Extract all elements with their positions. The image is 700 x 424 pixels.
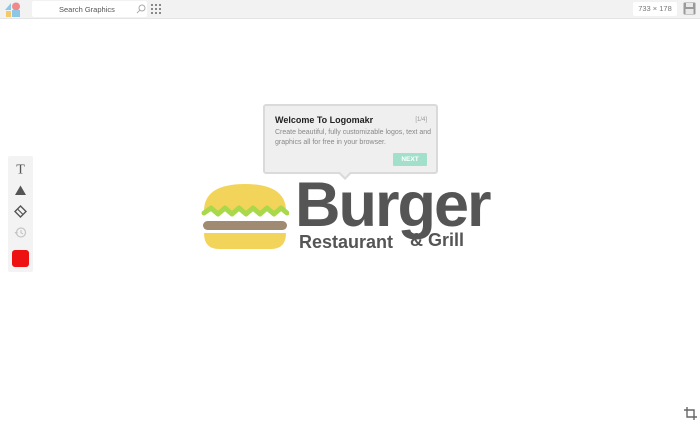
burger-icon[interactable]: [201, 181, 289, 251]
history-icon: [14, 227, 27, 238]
tagline-grill[interactable]: & Grill: [410, 231, 464, 249]
tooltip-arrow-inner: [340, 172, 350, 177]
tooltip-step-counter: [1/4]: [415, 117, 427, 123]
shape-tool-icon: [15, 185, 26, 195]
grid-icon[interactable]: [151, 4, 161, 14]
eraser-tool-icon: [14, 205, 27, 218]
color-swatch[interactable]: [12, 250, 29, 267]
search-box: [32, 1, 147, 17]
tooltip-title: Welcome To Logomakr: [275, 115, 374, 125]
shape-tool[interactable]: [8, 180, 33, 200]
brand-name[interactable]: Burger: [295, 174, 492, 237]
search-icon[interactable]: [136, 4, 146, 14]
text-tool-icon: T: [16, 163, 25, 176]
next-button[interactable]: NEXT: [393, 153, 427, 166]
top-bar: 733 × 178: [0, 0, 700, 19]
eraser-tool[interactable]: [8, 201, 33, 221]
tagline-restaurant[interactable]: Restaurant: [299, 233, 393, 251]
app-logo-icon[interactable]: [3, 1, 23, 18]
crop-icon[interactable]: [684, 407, 697, 420]
search-input[interactable]: [32, 1, 132, 17]
canvas-dimensions[interactable]: 733 × 178: [633, 2, 677, 16]
tooltip-body: Create beautiful, fully customizable log…: [275, 129, 432, 146]
welcome-tooltip: Welcome To Logomakr [1/4] Create beautif…: [263, 104, 438, 174]
left-toolbar: T: [8, 156, 33, 272]
history-tool[interactable]: [8, 222, 33, 242]
save-icon[interactable]: [683, 2, 696, 15]
text-tool[interactable]: T: [8, 158, 33, 178]
svg-text:T: T: [16, 163, 25, 176]
